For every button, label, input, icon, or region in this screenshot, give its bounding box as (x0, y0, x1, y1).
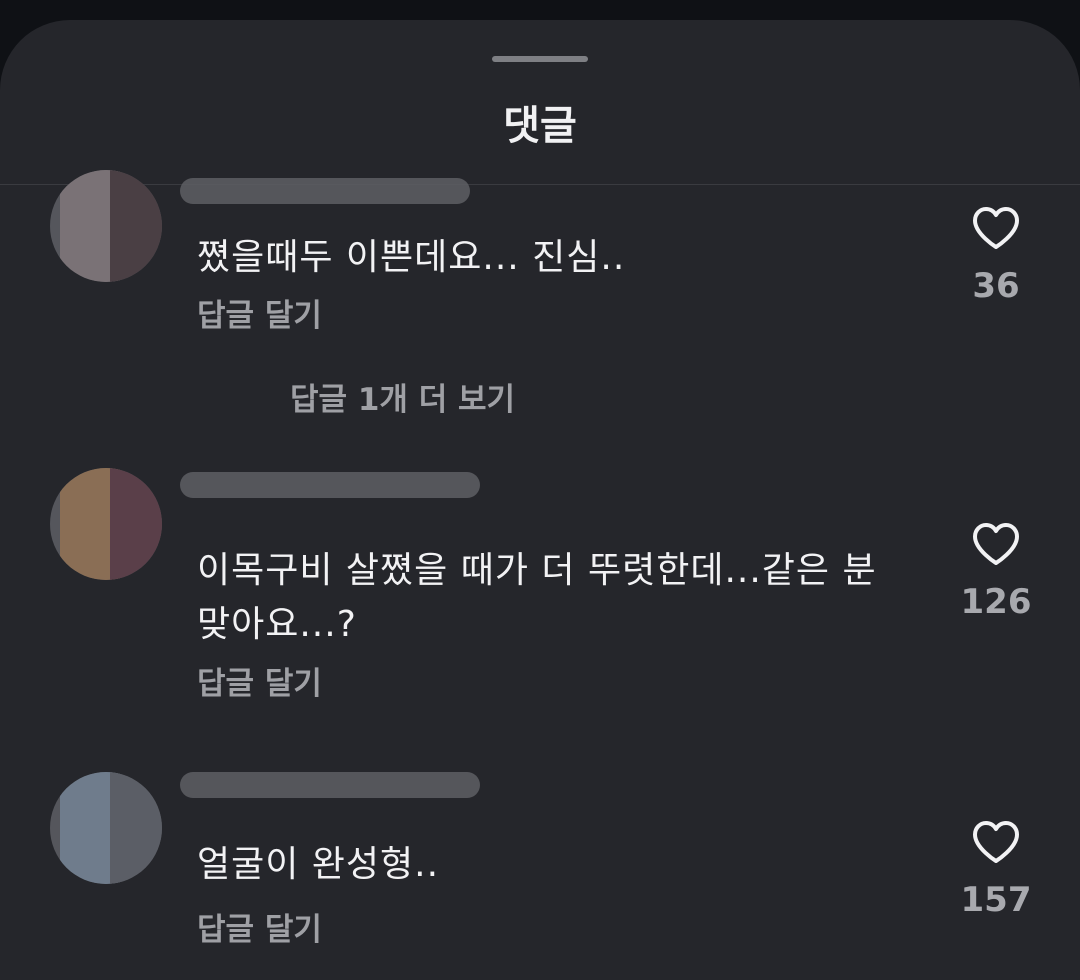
avatar[interactable] (50, 170, 162, 282)
view-more-replies-button[interactable]: 답글 1개 더 보기 (290, 380, 515, 420)
like-control: 36 (940, 206, 1052, 306)
like-control: 126 (940, 522, 1052, 622)
like-count: 126 (960, 582, 1032, 622)
username-redacted[interactable] (180, 772, 480, 798)
heart-outline-icon[interactable] (972, 206, 1020, 250)
reply-button[interactable]: 답글 달기 (197, 910, 322, 950)
like-control: 157 (940, 820, 1052, 920)
comment-text: 쪘을때두 이쁜데요... 진심.. (197, 237, 626, 278)
comments-sheet: 댓글 쪘을때두 이쁜데요... 진심.. 답글 달기 36 답글 1개 더 보기… (0, 20, 1080, 980)
avatar-blur (110, 468, 162, 580)
username-redacted[interactable] (180, 472, 480, 498)
username-redacted[interactable] (180, 178, 470, 204)
comment-text: 이목구비 살쪘을 때가 더 뚜렷한데...같은 분 맞아요...? (197, 550, 877, 645)
sheet-title: 댓글 (503, 103, 577, 149)
avatar[interactable] (50, 468, 162, 580)
heart-outline-icon[interactable] (972, 522, 1020, 566)
avatar-blur (110, 170, 162, 282)
heart-outline-icon[interactable] (972, 820, 1020, 864)
like-count: 36 (972, 266, 1020, 306)
reply-button[interactable]: 답글 달기 (197, 664, 322, 704)
comment-text: 얼굴이 완성형.. (197, 844, 440, 885)
like-count: 157 (960, 880, 1032, 920)
avatar[interactable] (50, 772, 162, 884)
sheet-drag-handle[interactable] (492, 56, 588, 62)
reply-button[interactable]: 답글 달기 (197, 296, 322, 336)
avatar-blur (110, 772, 162, 884)
header-divider (0, 184, 1080, 185)
